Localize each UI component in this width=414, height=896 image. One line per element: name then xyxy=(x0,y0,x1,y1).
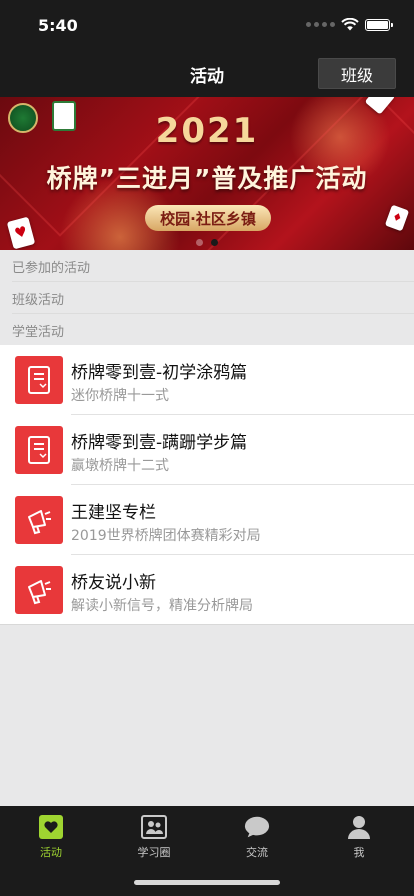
list-item[interactable]: 王建坚专栏 2019世界桥牌团体赛精彩对局 xyxy=(0,485,414,555)
contacts-icon xyxy=(141,814,167,840)
chat-bubble-icon xyxy=(244,814,270,840)
tab-exchange[interactable]: 交流 xyxy=(227,814,287,860)
book-icon xyxy=(15,426,63,474)
section-class-activities[interactable]: 班级活动 xyxy=(0,282,414,314)
playing-card-icon: ♥ xyxy=(6,216,36,250)
banner-year: 2021 xyxy=(155,111,259,151)
battery-icon xyxy=(365,18,393,31)
section-label: 学堂活动 xyxy=(12,324,65,340)
list-item[interactable]: 桥友说小新 解读小新信号，精准分析牌局 xyxy=(0,555,414,625)
item-title: 桥友说小新 xyxy=(71,573,156,593)
tab-label: 我 xyxy=(353,846,365,859)
item-subtitle: 赢墩桥牌十二式 xyxy=(71,458,169,474)
list-item[interactable]: 桥牌零到壹-初学涂鸦篇 迷你桥牌十一式 xyxy=(0,345,414,415)
item-title: 王建坚专栏 xyxy=(71,503,156,523)
tab-label: 交流 xyxy=(246,846,268,859)
banner-headline: 桥牌”三进月”普及推广活动 xyxy=(46,164,368,193)
item-title: 桥牌零到壹-蹒跚学步篇 xyxy=(71,433,248,453)
item-title: 桥牌零到壹-初学涂鸦篇 xyxy=(71,363,248,383)
section-label: 班级活动 xyxy=(12,292,65,308)
banner-dot[interactable] xyxy=(196,239,203,246)
status-indicators xyxy=(306,18,393,31)
item-subtitle: 2019世界桥牌团体赛精彩对局 xyxy=(71,528,261,544)
tab-me[interactable]: 我 xyxy=(329,814,389,860)
promo-banner[interactable]: ♥ ♦ 2021 桥牌”三进月”普及推广活动 校园·社区乡镇 xyxy=(0,97,414,250)
status-bar: 5:40 xyxy=(0,0,414,48)
megaphone-icon xyxy=(15,566,63,614)
tab-label: 学习圈 xyxy=(137,846,171,859)
heart-icon xyxy=(38,814,64,840)
class-button[interactable]: 班级 xyxy=(318,58,396,89)
section-label: 已参加的活动 xyxy=(12,260,91,276)
activity-list: 桥牌零到壹-初学涂鸦篇 迷你桥牌十一式 桥牌零到壹-蹒跚学步篇 赢墩桥牌十二式 xyxy=(0,345,414,625)
person-icon xyxy=(346,814,372,840)
tab-activities[interactable]: 活动 xyxy=(21,814,81,860)
section-school-activities[interactable]: 学堂活动 xyxy=(0,314,414,346)
item-subtitle: 解读小新信号，精准分析牌局 xyxy=(71,598,253,614)
status-time: 5:40 xyxy=(38,16,78,35)
home-indicator[interactable] xyxy=(134,880,280,885)
tab-study-circle[interactable]: 学习圈 xyxy=(124,814,184,860)
list-item[interactable]: 桥牌零到壹-蹒跚学步篇 赢墩桥牌十二式 xyxy=(0,415,414,485)
banner-pill: 校园·社区乡镇 xyxy=(145,205,271,231)
section-joined-activities[interactable]: 已参加的活动 xyxy=(0,250,414,282)
banner-dot-active[interactable] xyxy=(211,239,218,246)
nav-bar: 活动 班级 xyxy=(0,48,414,98)
cellular-signal-icon xyxy=(306,22,335,27)
banner-page-indicator[interactable] xyxy=(196,239,218,246)
tab-label: 活动 xyxy=(40,846,62,859)
item-subtitle: 迷你桥牌十一式 xyxy=(71,388,169,404)
megaphone-icon xyxy=(15,496,63,544)
wifi-icon xyxy=(341,18,359,31)
book-icon xyxy=(15,356,63,404)
